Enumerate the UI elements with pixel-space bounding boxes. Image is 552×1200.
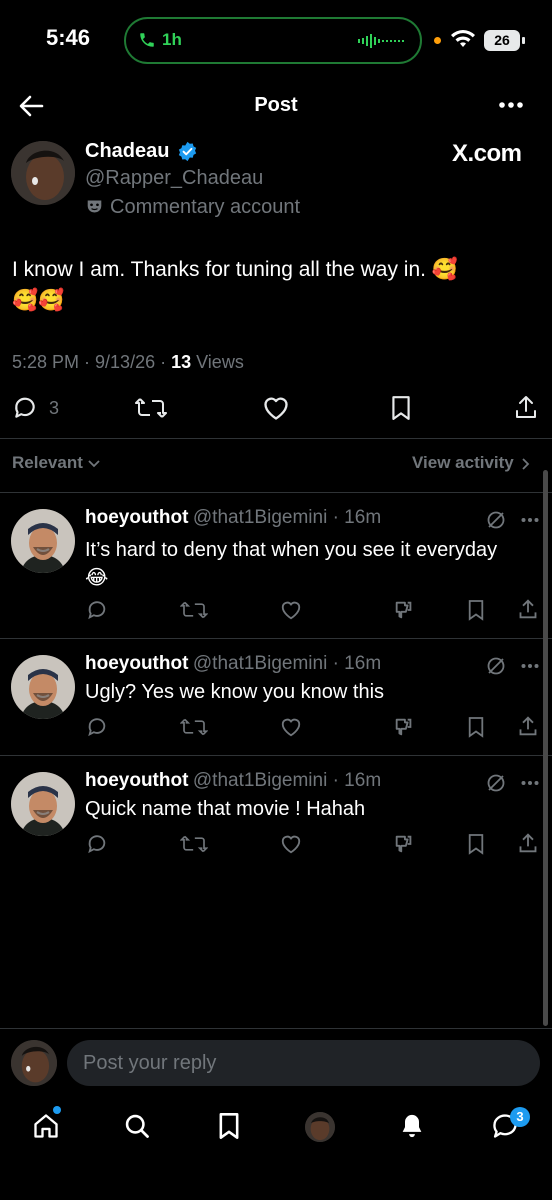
grok-icon[interactable] — [486, 510, 506, 530]
reply-avatar[interactable] — [11, 655, 75, 719]
divider — [0, 438, 552, 439]
reply-author-name[interactable]: hoeyouthot — [85, 770, 188, 791]
reply-item[interactable]: hoeyouthot @that1Bigemini · 16m Quick na… — [0, 756, 552, 871]
share-icon[interactable] — [518, 598, 538, 620]
home-icon[interactable] — [32, 1112, 60, 1140]
views-count: 13 — [171, 352, 192, 372]
reply-icon[interactable] — [86, 599, 108, 621]
bookmark-icon[interactable] — [467, 833, 485, 855]
bookmark-icon[interactable] — [467, 599, 485, 621]
sort-dropdown[interactable]: Relevant — [12, 453, 100, 473]
bookmark-icon[interactable] — [390, 395, 412, 421]
reply-more-icon[interactable] — [521, 780, 539, 786]
reply-emoji: 😂 — [85, 567, 109, 589]
repost-icon[interactable] — [180, 717, 208, 737]
downvote-icon[interactable] — [393, 833, 415, 855]
more-options-icon[interactable] — [499, 101, 523, 109]
reply-input[interactable]: Post your reply — [67, 1040, 540, 1086]
reply-icon[interactable] — [11, 395, 39, 421]
profile-nav-avatar[interactable] — [305, 1112, 335, 1142]
like-icon[interactable] — [280, 833, 302, 855]
author-name[interactable]: Chadeau — [85, 140, 169, 163]
notifications-bell-icon[interactable] — [398, 1112, 426, 1140]
reply-text-line: It’s hard to deny that when you see it e… — [85, 539, 498, 561]
divider — [0, 1028, 552, 1029]
sort-label: Relevant — [12, 453, 83, 472]
author-handle[interactable]: @Rapper_Chadeau — [85, 167, 263, 190]
post-text-line-1: I know I am. Thanks for tuning all the w… — [12, 258, 458, 281]
chevron-down-icon — [87, 459, 100, 468]
battery-indicator: 26 — [484, 30, 520, 51]
reply-handle[interactable]: @that1Bigemini · 16m — [193, 507, 381, 528]
dynamic-island-call[interactable]: 1h — [124, 17, 422, 64]
page-title: Post — [254, 94, 298, 116]
reply-input-placeholder: Post your reply — [83, 1052, 217, 1074]
reply-more-icon[interactable] — [521, 517, 539, 523]
post-timestamp: 5:28 PM · 9/13/26 · — [12, 352, 172, 372]
bookmark-icon[interactable] — [467, 716, 485, 738]
reply-icon[interactable] — [86, 833, 108, 855]
wifi-icon — [451, 30, 475, 47]
repost-icon[interactable] — [180, 834, 208, 854]
audio-waveform-icon — [358, 34, 404, 48]
downvote-icon[interactable] — [393, 716, 415, 738]
my-avatar[interactable] — [11, 1040, 57, 1086]
reply-author-name[interactable]: hoeyouthot — [85, 653, 188, 674]
post-text: I know I am. Thanks for tuning all the w… — [12, 254, 532, 316]
view-activity-label: View activity — [412, 453, 514, 472]
reply-icon[interactable] — [86, 716, 108, 738]
scrollbar[interactable] — [543, 470, 548, 1026]
reply-handle[interactable]: @that1Bigemini · 16m — [193, 770, 381, 791]
reply-author-name[interactable]: hoeyouthot — [85, 507, 188, 528]
share-icon[interactable] — [514, 394, 538, 420]
source-label: X.com — [452, 140, 522, 167]
commentary-mask-icon — [87, 200, 102, 213]
view-activity-link[interactable]: View activity — [412, 453, 530, 473]
reply-text: Ugly? Yes we know you know this — [85, 681, 385, 703]
verified-badge-icon — [178, 141, 197, 162]
post-text-line-2: 🥰🥰 — [12, 289, 65, 312]
chevron-right-icon — [522, 457, 530, 470]
battery-tip — [522, 37, 525, 44]
repost-icon[interactable] — [135, 396, 167, 420]
phone-icon — [140, 33, 154, 47]
reply-more-icon[interactable] — [521, 663, 539, 669]
bookmarks-nav-icon[interactable] — [217, 1112, 241, 1140]
messages-badge: 3 — [510, 1107, 530, 1127]
status-time: 5:46 — [46, 25, 91, 50]
reply-header: hoeyouthot @that1Bigemini · 16m — [85, 770, 381, 792]
home-notification-dot — [53, 1106, 61, 1114]
reply-header: hoeyouthot @that1Bigemini · 16m — [85, 653, 381, 675]
reply-text: Quick name that movie ! Hahah — [85, 798, 366, 820]
reply-handle[interactable]: @that1Bigemini · 16m — [193, 653, 381, 674]
reply-text: It’s hard to deny that when you see it e… — [85, 536, 535, 592]
reply-avatar[interactable] — [11, 509, 75, 573]
repost-icon[interactable] — [180, 600, 208, 620]
author-avatar[interactable] — [11, 141, 75, 205]
share-icon[interactable] — [518, 715, 538, 737]
grok-icon[interactable] — [486, 773, 506, 793]
call-timer: 1h — [162, 30, 182, 49]
reply-item[interactable]: hoeyouthot @that1Bigemini · 16m Ugly? Ye… — [0, 639, 552, 754]
privacy-indicator — [434, 37, 441, 44]
share-icon[interactable] — [518, 832, 538, 854]
like-icon[interactable] — [280, 599, 302, 621]
views-label[interactable]: Views — [191, 352, 244, 372]
commentary-label: Commentary account — [110, 196, 301, 218]
reply-avatar[interactable] — [11, 772, 75, 836]
reply-item[interactable]: hoeyouthot @that1Bigemini · 16m It’s har… — [0, 493, 552, 638]
reply-count: 3 — [49, 398, 60, 418]
reply-header: hoeyouthot @that1Bigemini · 16m — [85, 507, 381, 529]
search-icon[interactable] — [123, 1112, 151, 1140]
post-meta: 5:28 PM · 9/13/26 · 13 Views — [12, 352, 244, 373]
like-icon[interactable] — [262, 395, 290, 421]
downvote-icon[interactable] — [393, 599, 415, 621]
like-icon[interactable] — [280, 716, 302, 738]
grok-icon[interactable] — [486, 656, 506, 676]
